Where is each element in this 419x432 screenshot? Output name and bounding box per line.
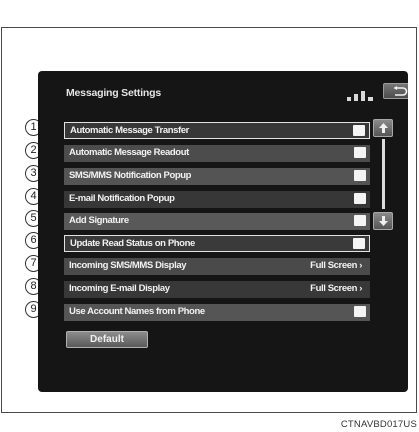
setting-checkbox[interactable] bbox=[354, 215, 366, 226]
setting-label: E-mail Notification Popup bbox=[69, 193, 175, 204]
setting-checkbox[interactable] bbox=[353, 238, 365, 249]
setting-label: Add Signature bbox=[69, 215, 129, 226]
return-arrow-icon bbox=[393, 86, 408, 96]
setting-label: Use Account Names from Phone bbox=[69, 306, 205, 317]
scroll-down-button[interactable] bbox=[373, 212, 393, 230]
scroll-up-button[interactable] bbox=[373, 119, 393, 137]
setting-label: Incoming SMS/MMS Display bbox=[69, 260, 187, 271]
setting-checkbox[interactable] bbox=[353, 125, 365, 136]
setting-row-incoming-email-display[interactable]: Incoming E-mail Display Full Screen › bbox=[64, 281, 370, 298]
setting-checkbox[interactable] bbox=[354, 170, 366, 181]
setting-label: Automatic Message Readout bbox=[69, 147, 189, 158]
setting-checkbox[interactable] bbox=[354, 193, 366, 204]
setting-checkbox[interactable] bbox=[354, 306, 366, 317]
default-button[interactable]: Default bbox=[66, 331, 148, 348]
messaging-settings-screen: Messaging Settings Automatic Message Tra… bbox=[38, 71, 408, 392]
setting-value: Full Screen › bbox=[310, 283, 362, 294]
scroll-down-arrow-icon bbox=[379, 216, 388, 226]
setting-row-automatic-message-transfer[interactable]: Automatic Message Transfer bbox=[64, 122, 370, 139]
setting-value: Full Screen › bbox=[310, 260, 362, 271]
scroll-up-arrow-icon bbox=[379, 123, 388, 133]
setting-row-use-account-names[interactable]: Use Account Names from Phone bbox=[64, 304, 370, 321]
back-button[interactable] bbox=[383, 83, 408, 99]
setting-row-update-read-status[interactable]: Update Read Status on Phone bbox=[64, 235, 370, 252]
setting-label: Incoming E-mail Display bbox=[69, 283, 170, 294]
signal-strength-icon bbox=[347, 89, 377, 101]
setting-row-email-notification-popup[interactable]: E-mail Notification Popup bbox=[64, 191, 370, 208]
setting-label: SMS/MMS Notification Popup bbox=[69, 170, 192, 181]
setting-label: Automatic Message Transfer bbox=[70, 125, 189, 136]
scrollbar[interactable] bbox=[382, 139, 385, 209]
setting-checkbox[interactable] bbox=[354, 147, 366, 158]
setting-row-incoming-sms-mms-display[interactable]: Incoming SMS/MMS Display Full Screen › bbox=[64, 258, 370, 275]
screen-title: Messaging Settings bbox=[66, 87, 162, 99]
setting-row-sms-mms-notification-popup[interactable]: SMS/MMS Notification Popup bbox=[64, 168, 370, 185]
setting-row-automatic-message-readout[interactable]: Automatic Message Readout bbox=[64, 145, 370, 162]
setting-label: Update Read Status on Phone bbox=[70, 238, 195, 249]
setting-row-add-signature[interactable]: Add Signature bbox=[64, 213, 370, 230]
image-code: CTNAVBD017US bbox=[340, 419, 417, 430]
